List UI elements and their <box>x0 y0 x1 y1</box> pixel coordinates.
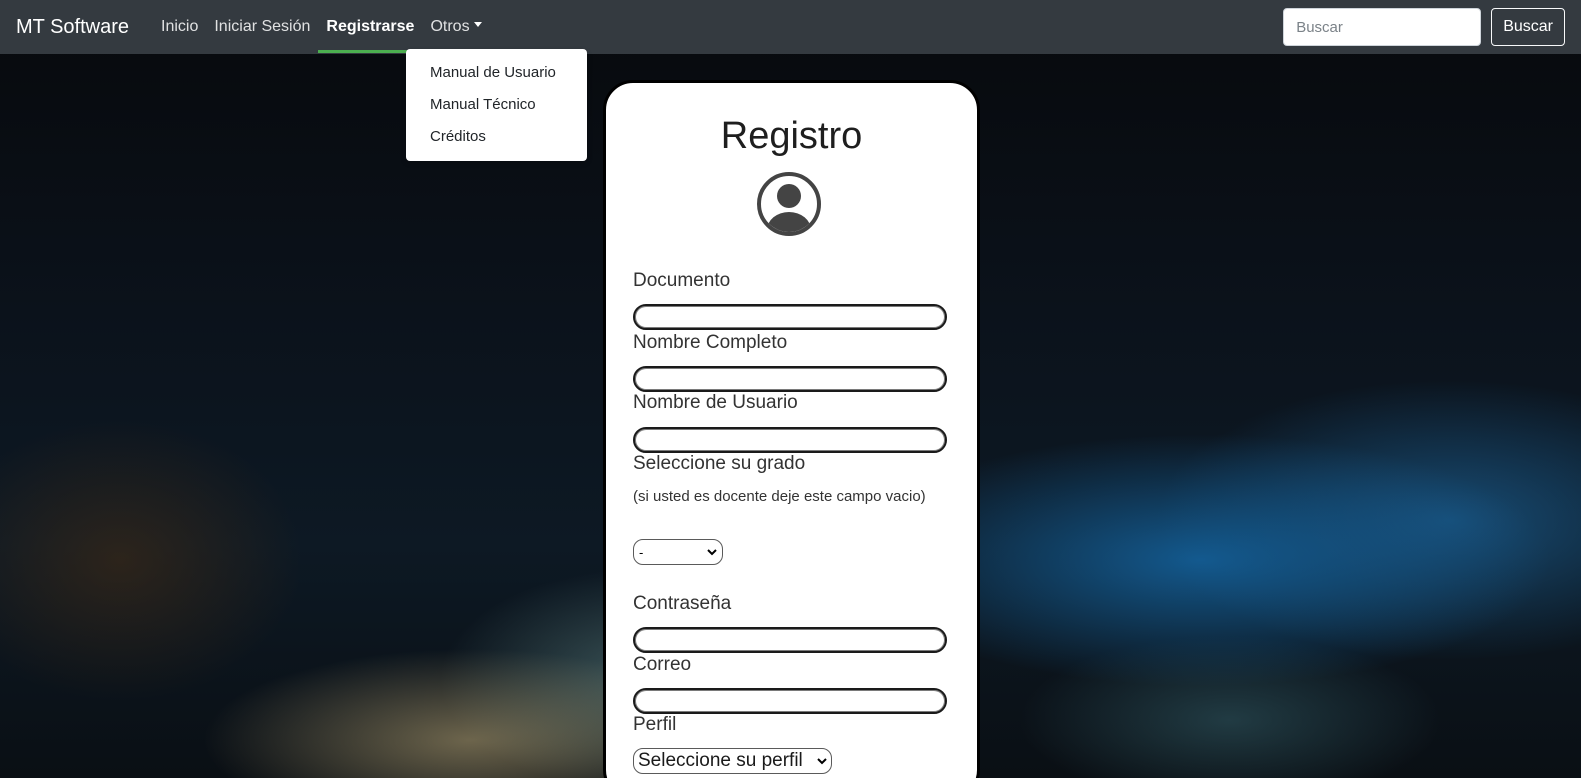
user-circle-icon <box>757 172 821 236</box>
perfil-label: Perfil <box>633 714 677 735</box>
page: MT Software Inicio Iniciar Sesión Regist… <box>0 0 1581 778</box>
nav-dropdown-otros-label: Otros <box>430 18 470 35</box>
grado-select-value: - <box>639 544 644 560</box>
documento-field[interactable] <box>633 304 947 330</box>
nombre-completo-label: Nombre Completo <box>633 332 788 353</box>
otros-dropdown-menu: Manual de Usuario Manual Técnico Crédito… <box>406 49 587 161</box>
chevron-down-icon <box>817 758 827 765</box>
contrasena-field[interactable] <box>633 627 947 653</box>
caret-down-icon <box>473 22 482 28</box>
nav-link-iniciar-sesion[interactable]: Iniciar Sesión <box>206 4 318 50</box>
correo-label: Correo <box>633 654 692 675</box>
contrasena-label: Contraseña <box>633 593 732 614</box>
page-title: Registro <box>720 115 863 157</box>
chevron-down-icon <box>707 549 717 556</box>
perfil-select[interactable]: Seleccione su perfil <box>633 748 832 774</box>
nombre-completo-field[interactable] <box>633 366 947 392</box>
search-input[interactable] <box>1283 8 1482 46</box>
grado-select[interactable]: - <box>633 539 723 565</box>
nav-link-registrarse[interactable]: Registrarse <box>318 4 423 53</box>
dropdown-item-manual-usuario[interactable]: Manual de Usuario <box>406 57 587 89</box>
nav-dropdown-otros[interactable]: Otros <box>422 4 489 50</box>
register-card: Registro Documento Nombre Completo Nombr… <box>603 80 980 778</box>
dropdown-item-manual-tecnico[interactable]: Manual Técnico <box>406 89 587 121</box>
brand-logo[interactable]: MT Software <box>16 16 129 39</box>
nav-link-inicio[interactable]: Inicio <box>153 4 206 50</box>
nombre-usuario-label: Nombre de Usuario <box>633 392 798 413</box>
navbar: MT Software Inicio Iniciar Sesión Regist… <box>0 0 1581 54</box>
nombre-usuario-field[interactable] <box>633 427 947 453</box>
grado-note: (si usted es docente deje este campo vac… <box>633 488 926 505</box>
dropdown-item-creditos[interactable]: Créditos <box>406 121 587 153</box>
documento-label: Documento <box>633 270 731 291</box>
grado-label: Seleccione su grado <box>633 453 806 474</box>
search-button[interactable]: Buscar <box>1491 8 1565 46</box>
correo-field[interactable] <box>633 688 947 714</box>
perfil-select-value: Seleccione su perfil <box>638 750 803 771</box>
